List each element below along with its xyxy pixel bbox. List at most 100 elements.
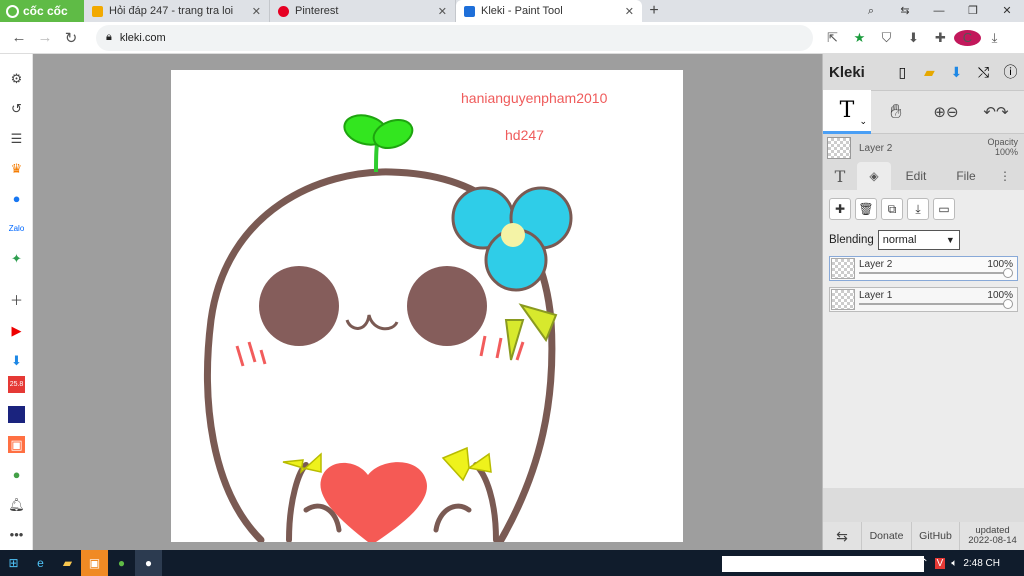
save-download-icon[interactable]: ⬇ bbox=[943, 64, 970, 81]
hand-tool-icon[interactable]: ✋︎ bbox=[871, 101, 921, 124]
slider-knob[interactable] bbox=[1003, 268, 1013, 278]
game-thumbnail-icon[interactable] bbox=[8, 406, 25, 423]
download-arrow-icon[interactable]: ⬇ bbox=[8, 352, 25, 369]
donate-link[interactable]: Donate bbox=[861, 522, 911, 550]
hoidap-favicon-icon bbox=[92, 5, 103, 17]
new-tab-button[interactable]: + bbox=[642, 0, 666, 22]
downloads-icon[interactable]: ⤓ bbox=[981, 30, 1008, 46]
opacity-label: Opacity bbox=[987, 137, 1018, 147]
add-layer-icon[interactable]: ✚ bbox=[829, 198, 851, 220]
volume-icon[interactable]: 🔈︎ bbox=[951, 558, 957, 569]
help-icon[interactable]: ⓘ bbox=[997, 62, 1024, 82]
bookmark-star-icon[interactable]: ★ bbox=[846, 30, 873, 46]
news-icon[interactable]: 25.8 bbox=[8, 376, 25, 393]
tray-chevron-icon[interactable]: ⌃ bbox=[920, 558, 928, 569]
coccoc-taskbar-icon[interactable]: ● bbox=[108, 550, 135, 576]
youtube-icon[interactable]: ▶ bbox=[8, 322, 25, 339]
coccoc-active-icon[interactable]: ● bbox=[135, 550, 162, 576]
toolbar-actions: ⇱ ★ ⛉ ⬇ ✚ C ⤓ bbox=[819, 29, 1008, 46]
drawing-artwork bbox=[204, 114, 573, 542]
file-explorer-icon[interactable]: ▰ bbox=[54, 550, 81, 576]
extensions-icon[interactable]: ✚ bbox=[927, 30, 954, 46]
layer-opacity-slider[interactable] bbox=[859, 303, 1007, 305]
layer-row-layer2[interactable]: Layer 2 100% bbox=[829, 256, 1018, 281]
tab-search-icon[interactable]: ⌕ bbox=[854, 0, 888, 22]
crown-icon[interactable]: ♛ bbox=[8, 160, 25, 177]
reading-list-icon[interactable]: ☰ bbox=[8, 130, 25, 147]
taskbar-app-icon[interactable]: ▣ bbox=[81, 550, 108, 576]
edge-icon[interactable]: e bbox=[27, 550, 54, 576]
add-sidebar-icon[interactable]: ＋ bbox=[8, 292, 25, 309]
tab-kleki[interactable]: Kleki - Paint Tool ✕ bbox=[456, 0, 642, 22]
tab-layers-icon[interactable]: ◈ bbox=[857, 162, 891, 190]
sync-icon[interactable]: ⇆ bbox=[888, 0, 922, 22]
tab-file[interactable]: File bbox=[941, 169, 991, 183]
browser-toolbar: ← → ↻ 🔒︎ kleki.com ⇱ ★ ⛉ ⬇ ✚ C ⤓ bbox=[0, 22, 1024, 54]
coccoc-brand[interactable]: cốc cốc bbox=[0, 0, 84, 22]
tray-app-icon[interactable]: V bbox=[934, 557, 946, 569]
merge-layer-icon[interactable]: ⤓ bbox=[907, 198, 929, 220]
layer-thumbnail bbox=[831, 258, 855, 279]
close-tab-icon[interactable]: ✕ bbox=[438, 5, 447, 18]
settings-gear-icon[interactable]: ⚙ bbox=[8, 70, 25, 87]
download-page-icon[interactable]: ⬇ bbox=[900, 30, 927, 46]
clock[interactable]: 2:48 CH bbox=[963, 558, 1000, 569]
taskbar-search-box[interactable] bbox=[722, 556, 924, 572]
drawing-canvas[interactable]: hanianguyenpham2010 hd247 bbox=[171, 70, 683, 542]
layer-opacity-slider[interactable] bbox=[859, 272, 1007, 274]
restore-icon[interactable]: ❐ bbox=[956, 0, 990, 22]
tab-hoidap[interactable]: Hỏi đáp 247 - trang tra loi ✕ bbox=[84, 0, 270, 22]
browser-tab-bar: cốc cốc Hỏi đáp 247 - trang tra loi ✕ Pi… bbox=[0, 0, 1024, 22]
address-bar[interactable]: 🔒︎ kleki.com bbox=[96, 24, 813, 51]
zoom-icon[interactable]: ⊕⊖ bbox=[921, 103, 971, 121]
kleki-header: Kleki ▯ ▰ ⬇ ⤭ ⓘ bbox=[823, 54, 1024, 90]
watermark-username: hanianguyenpham2010 bbox=[461, 90, 608, 106]
zalo-icon[interactable]: Zalo bbox=[8, 220, 25, 237]
tool-dropdown-caret[interactable]: ⌄ bbox=[859, 116, 867, 127]
share-icon[interactable]: ⤭ bbox=[970, 64, 997, 81]
tab-edit[interactable]: Edit bbox=[891, 169, 941, 183]
updated-info: updated 2022-08-14 bbox=[959, 522, 1024, 550]
history-icon[interactable]: ↺ bbox=[8, 100, 25, 117]
close-window-icon[interactable]: ✕ bbox=[990, 0, 1024, 22]
blending-select[interactable]: normal ▼ bbox=[877, 230, 960, 250]
delete-layer-icon[interactable]: 🗑︎ bbox=[855, 198, 877, 220]
video-app-icon[interactable]: ▣ bbox=[8, 436, 25, 453]
current-layer-name: Layer 2 bbox=[859, 142, 893, 154]
open-folder-icon[interactable]: ▰ bbox=[916, 64, 943, 81]
tab-tool-settings-icon[interactable]: T bbox=[823, 167, 857, 186]
swap-side-icon[interactable]: ⇆ bbox=[823, 522, 861, 550]
github-link[interactable]: GitHub bbox=[911, 522, 959, 550]
minimize-icon[interactable]: — bbox=[922, 0, 956, 22]
kleki-logo: Kleki bbox=[829, 63, 865, 81]
reload-icon[interactable]: ↻ bbox=[58, 29, 84, 47]
opacity-readout: Opacity 100% bbox=[987, 137, 1018, 157]
profile-avatar[interactable]: C bbox=[954, 29, 981, 46]
messenger-icon[interactable]: ● bbox=[8, 190, 25, 207]
forward-icon[interactable]: → bbox=[32, 29, 58, 46]
share-icon[interactable]: ⇱ bbox=[819, 30, 846, 46]
kleki-canvas-area[interactable]: hanianguyenpham2010 hd247 bbox=[33, 54, 822, 550]
notification-bell-icon[interactable]: 🔔︎ bbox=[8, 496, 25, 513]
tab-pinterest[interactable]: Pinterest ✕ bbox=[270, 0, 456, 22]
layer-row-layer1[interactable]: Layer 1 100% bbox=[829, 287, 1018, 312]
text-tool-button[interactable]: T ⌄ bbox=[823, 90, 871, 134]
system-tray: ⌃ V 🔈︎ 2:48 CH bbox=[920, 550, 1024, 576]
back-icon[interactable]: ← bbox=[6, 29, 32, 46]
shield-icon[interactable]: ⛉ bbox=[873, 30, 900, 46]
game-controller-icon[interactable]: ✦ bbox=[8, 250, 25, 267]
blending-label: Blending bbox=[829, 234, 874, 246]
duplicate-layer-icon[interactable]: ⧉ bbox=[881, 198, 903, 220]
undo-redo-icon[interactable]: ↶↷ bbox=[971, 103, 1021, 121]
tab-more-icon[interactable]: ⋮ bbox=[991, 169, 1019, 183]
new-image-icon[interactable]: ▯ bbox=[889, 64, 916, 81]
start-windows-icon[interactable]: ⊞ bbox=[0, 550, 27, 576]
layer-name: Layer 2 bbox=[859, 259, 893, 270]
close-tab-icon[interactable]: ✕ bbox=[252, 5, 261, 18]
rename-layer-icon[interactable]: ▭ bbox=[933, 198, 955, 220]
more-icon[interactable]: ••• bbox=[8, 526, 25, 543]
close-tab-icon[interactable]: ✕ bbox=[625, 5, 634, 18]
slider-knob[interactable] bbox=[1003, 299, 1013, 309]
chat-app-icon[interactable]: ● bbox=[8, 466, 25, 483]
tab-title: Hỏi đáp 247 - trang tra loi bbox=[109, 5, 234, 17]
